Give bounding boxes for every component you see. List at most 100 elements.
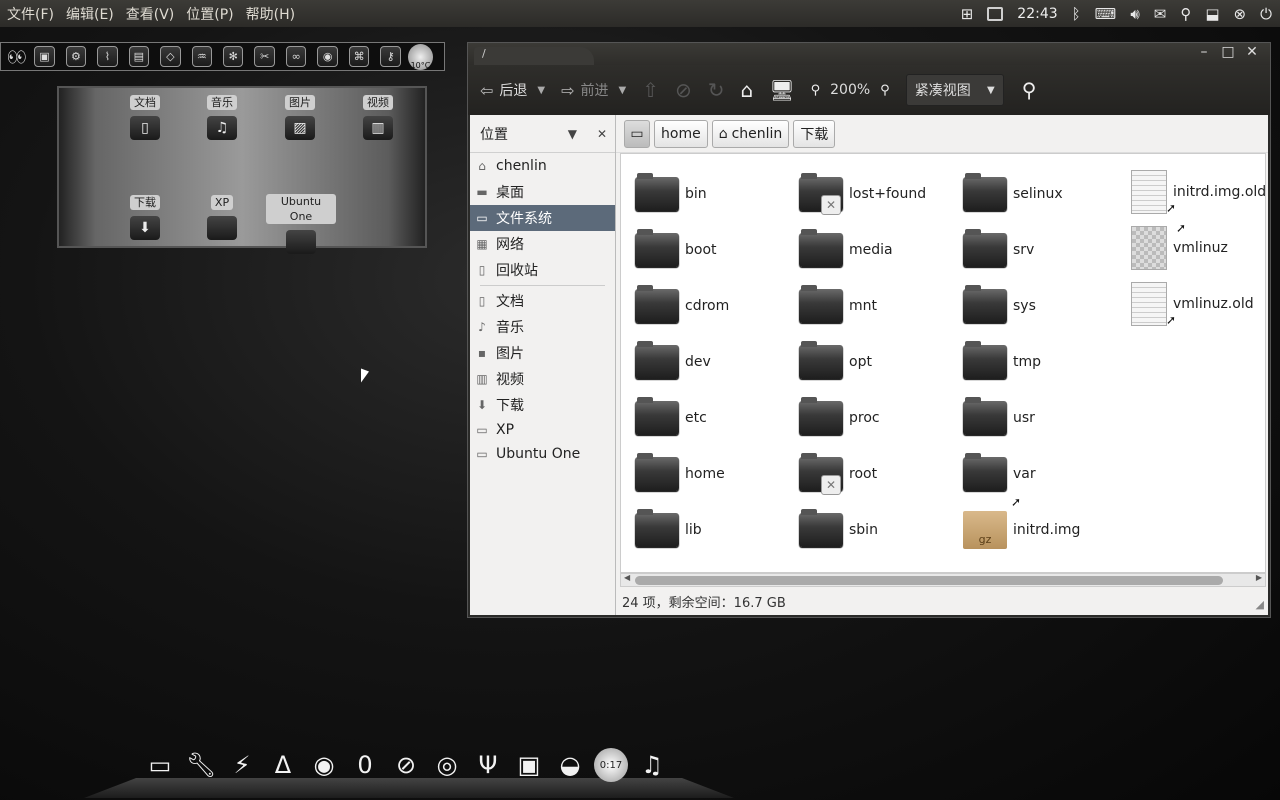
zoom-out-icon[interactable]: ⚲ (811, 83, 821, 98)
eyes-icon[interactable]: 👀︎ (3, 46, 30, 67)
file-item[interactable]: proc (799, 397, 880, 438)
laptop-icon[interactable]: ▣ (512, 748, 546, 782)
pidgin-icon[interactable]: ◒ (553, 748, 587, 782)
usb-icon[interactable]: Ψ (471, 748, 505, 782)
file-item[interactable]: dev (635, 341, 711, 382)
lightning-icon[interactable]: ⚡︎ (225, 748, 259, 782)
key-icon[interactable]: ⚷ (380, 46, 401, 67)
file-item[interactable]: boot (635, 229, 717, 270)
glasses-icon[interactable]: ∞ (285, 46, 307, 67)
widget-item-music[interactable]: 音乐 ♫ (192, 94, 252, 140)
sidebar-item-xp[interactable]: ▭ XP (470, 418, 615, 442)
menu-places[interactable]: 位置(P) (186, 4, 233, 24)
settings-icon[interactable]: ⚙ (65, 46, 87, 67)
wrench-icon[interactable]: 🔧︎ (184, 748, 218, 782)
widget-item-pictures[interactable]: 图片 ▨ (270, 94, 330, 140)
file-item[interactable]: sbin (799, 509, 878, 550)
camera-icon[interactable]: ◉ (317, 46, 338, 67)
scrollbar-thumb[interactable] (635, 576, 1223, 585)
file-item[interactable]: var (963, 453, 1036, 494)
music-player-icon[interactable]: ♫ (635, 748, 669, 782)
sidebar-item-pictures[interactable]: ▪ 图片 (470, 340, 615, 366)
file-item[interactable]: ➚ vmlinuz (1131, 221, 1228, 270)
zoom-level[interactable]: 200% (830, 82, 870, 98)
network-icon[interactable]: ⊞ (961, 5, 974, 23)
firefox-icon[interactable]: ◉ (307, 748, 341, 782)
chart-icon[interactable]: ⌇ (97, 46, 118, 67)
keyboard-icon[interactable]: ⌨ (1095, 5, 1117, 23)
stop-icon[interactable]: ⊘ (675, 78, 692, 102)
file-item[interactable]: lib (635, 509, 702, 550)
sidebar-item-videos[interactable]: ▥ 视频 (470, 366, 615, 392)
crumb-home[interactable]: home (654, 119, 708, 148)
file-item[interactable]: home (635, 453, 725, 494)
horizontal-scrollbar[interactable]: ◀ ▶ (620, 573, 1266, 587)
crumb-downloads[interactable]: 下载 (793, 119, 836, 148)
sidebar-item-home[interactable]: ⌂ chenlin (470, 153, 615, 179)
zoom-in-icon[interactable]: ⚲ (880, 83, 890, 98)
widget-item-ubuntu-one[interactable]: Ubuntu One (266, 194, 336, 254)
widget-item-xp[interactable]: XP (192, 194, 252, 240)
mail-icon[interactable]: ✉ (1154, 5, 1167, 23)
widget-item-videos[interactable]: 视频 ▥ (348, 94, 408, 140)
back-button[interactable]: ⇦ 后退 ▼ (480, 80, 545, 100)
maximize-icon[interactable]: □ (1216, 44, 1240, 60)
weather-icon[interactable]: 10°C (407, 43, 434, 70)
clock[interactable]: 22:43 (1017, 6, 1057, 22)
up-icon[interactable]: ⇧ (642, 78, 659, 102)
view-mode-select[interactable]: 紧凑视图 ▼ (905, 74, 1004, 106)
chevron-down-icon[interactable]: ▼ (619, 85, 627, 96)
reload-icon[interactable]: ↻ (708, 78, 725, 102)
sidebar-item-network[interactable]: ▦ 网络 (470, 231, 615, 257)
scroll-left-icon[interactable]: ◀ (624, 573, 630, 582)
screenshot-icon[interactable]: ▣ (34, 46, 55, 67)
folder-icon[interactable]: ▭ (143, 748, 177, 782)
chevron-down-icon[interactable]: ▼ (537, 85, 545, 96)
resize-grip-icon[interactable]: ◢ (1256, 598, 1264, 611)
file-item[interactable]: tmp (963, 341, 1041, 382)
scissors-icon[interactable]: ✂ (254, 46, 275, 67)
search-icon[interactable]: ⚲ (1022, 78, 1037, 102)
menu-edit[interactable]: 编辑(E) (66, 4, 114, 24)
menu-view[interactable]: 查看(V) (126, 4, 175, 24)
file-item[interactable]: opt (799, 341, 872, 382)
crumb-chenlin[interactable]: ⌂ chenlin (711, 119, 790, 148)
sidebar-item-filesystem[interactable]: ▭ 文件系统 (470, 205, 615, 231)
chevron-down-icon[interactable]: ▼ (568, 127, 577, 141)
search-icon[interactable]: ⚲ (1180, 5, 1191, 23)
tab-root[interactable]: / (474, 47, 594, 65)
menu-file[interactable]: 文件(F) (7, 4, 54, 24)
sidebar-item-downloads[interactable]: ⬇ 下载 (470, 392, 615, 418)
file-item[interactable]: media (799, 229, 893, 270)
file-item[interactable]: cdrom (635, 285, 729, 326)
activity-icon[interactable]: ♒ (191, 46, 213, 67)
sun-icon[interactable]: ✻ (223, 46, 244, 67)
forward-button[interactable]: ⇨ 前进 ▼ (561, 80, 626, 100)
file-item[interactable]: sys (963, 285, 1036, 326)
volume-icon[interactable]: 🔊︎ (1130, 5, 1139, 23)
cd-timer-icon[interactable]: 0:17 (594, 748, 628, 782)
widget-item-downloads[interactable]: 下载 ⬇ (115, 194, 175, 240)
crumb-root-drive[interactable]: ▭ (624, 119, 650, 148)
file-item[interactable]: usr (963, 397, 1035, 438)
file-item[interactable]: bin (635, 173, 707, 214)
close-icon[interactable]: ✕ (1240, 44, 1264, 60)
battery-icon[interactable] (987, 6, 1004, 21)
sidebar-item-desktop[interactable]: ▬ 桌面 (470, 179, 615, 205)
tag-icon[interactable]: ◇ (160, 46, 181, 67)
compass-icon[interactable]: ⊘ (389, 748, 423, 782)
file-item[interactable]: etc (635, 397, 707, 438)
minimize-icon[interactable]: – (1192, 44, 1216, 60)
clip-icon[interactable]: ⌘ (348, 46, 370, 67)
window-titlebar[interactable]: / – □ ✕ (468, 43, 1270, 65)
file-item[interactable]: mnt (799, 285, 877, 326)
widget-item-documents[interactable]: 文档 ▯ (115, 94, 175, 140)
scroll-right-icon[interactable]: ▶ (1256, 573, 1262, 582)
file-item[interactable]: srv (963, 229, 1034, 270)
computer-icon[interactable]: 🖥︎ (769, 78, 794, 102)
menu-help[interactable]: 帮助(H) (246, 4, 295, 24)
chrome-icon[interactable]: ◎ (430, 748, 464, 782)
home-icon[interactable]: ⌂ (741, 78, 754, 102)
power-icon[interactable]: ⏻ (1260, 5, 1272, 23)
sidebar-item-trash[interactable]: ▯ 回收站 (470, 257, 615, 283)
